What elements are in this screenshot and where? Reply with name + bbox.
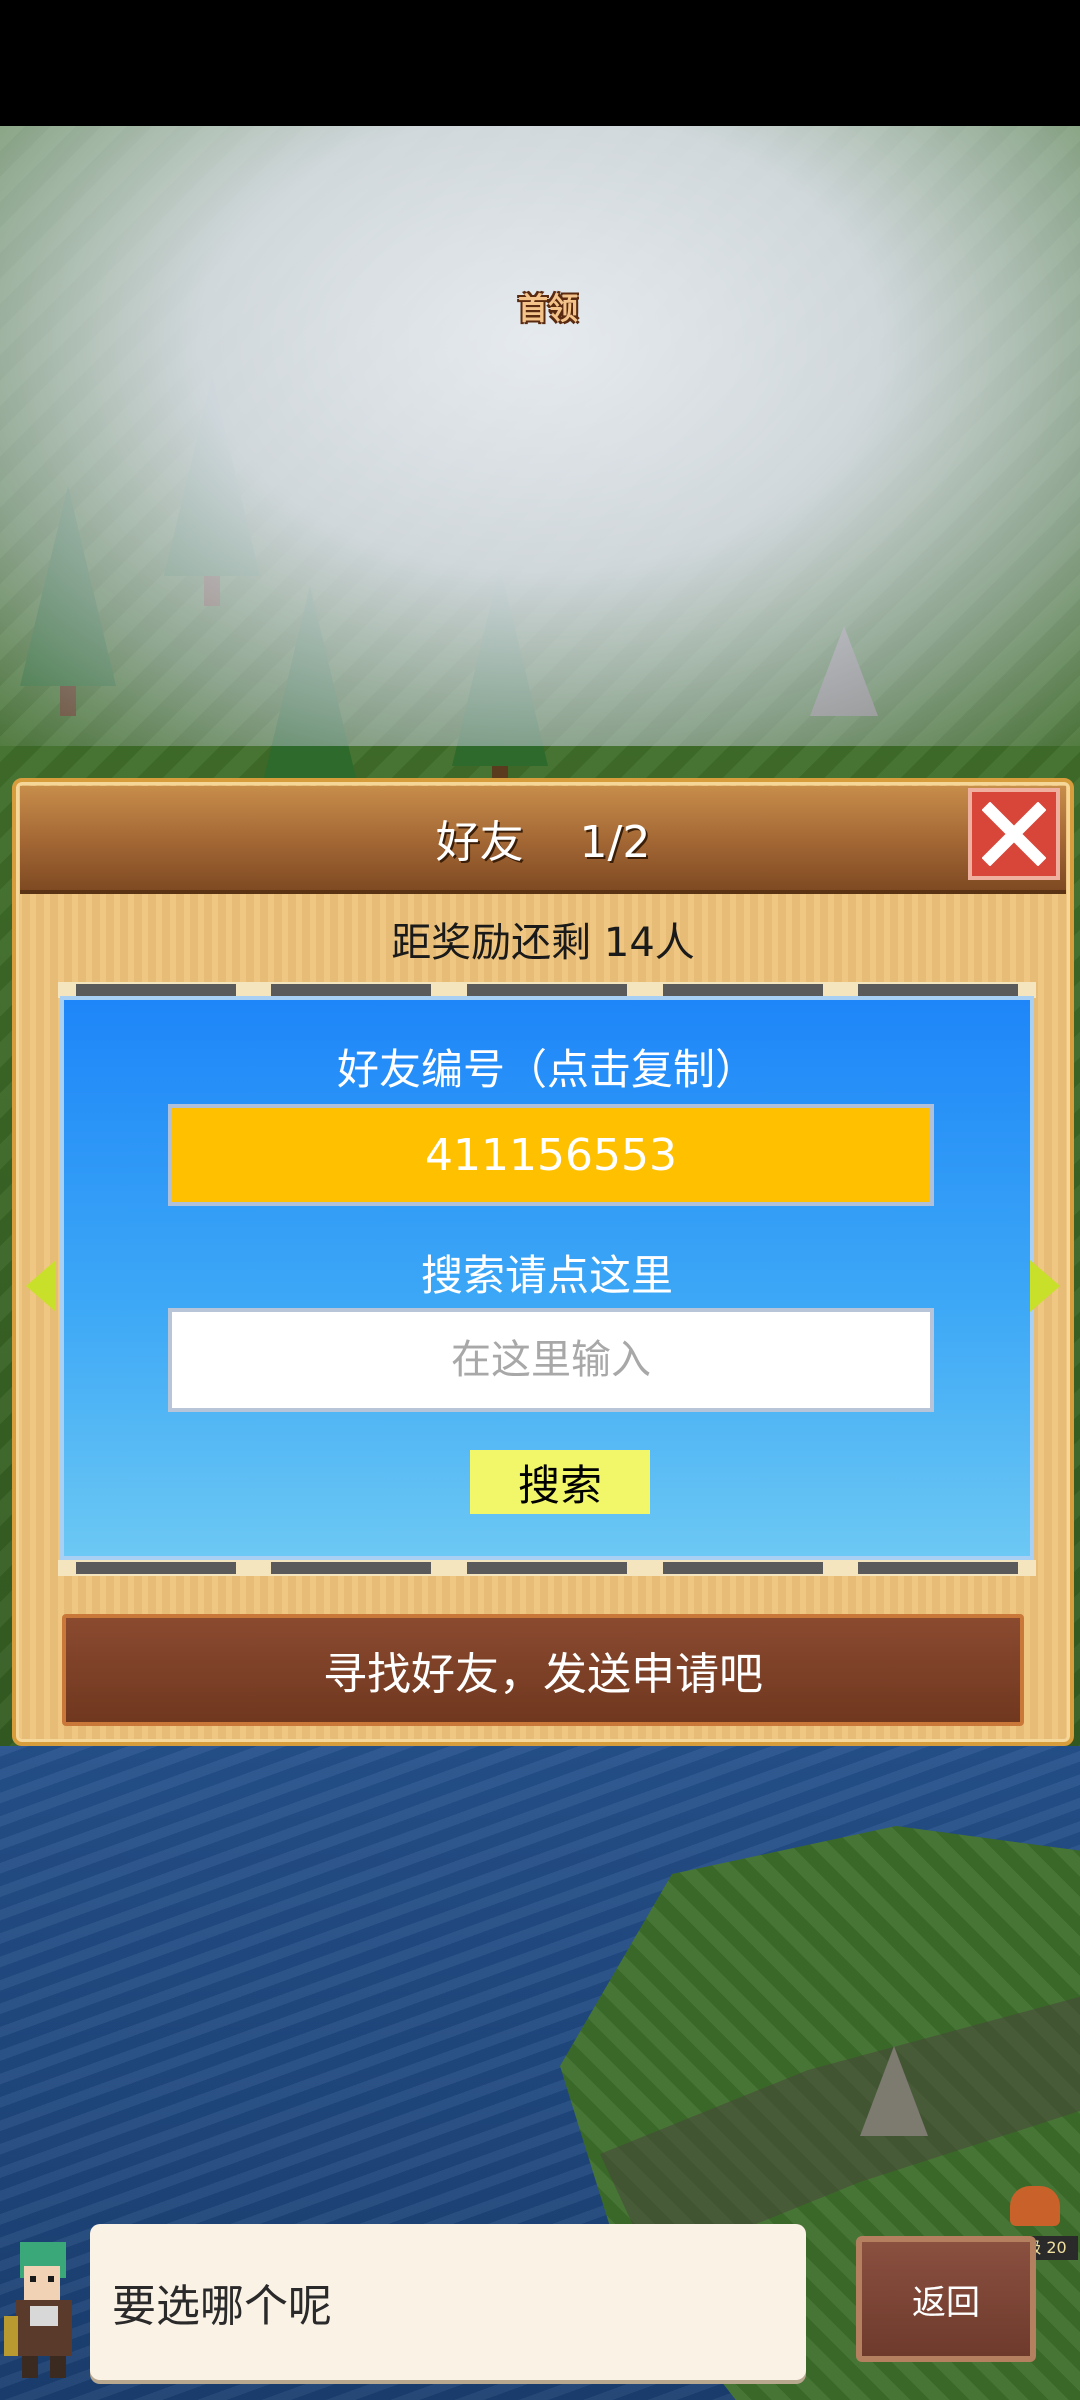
friend-search-panel: 好友编号（点击复制） 411156553 搜索请点这里 搜索 (60, 996, 1034, 1560)
dialog-header: 好友 1/2 (20, 786, 1066, 894)
friend-id-label: 好友编号（点击复制） (336, 1045, 757, 1094)
rock-icon (860, 2046, 928, 2136)
search-label: 搜索请点这里 (420, 1251, 673, 1300)
panel-bottom-strip (58, 1560, 1036, 1576)
character-avatar (0, 2232, 90, 2382)
character-portrait-icon (4, 2242, 72, 2378)
arrow-left-icon[interactable] (26, 1260, 56, 1312)
close-icon (982, 802, 1046, 866)
arrow-right-icon[interactable] (1030, 1260, 1060, 1312)
friend-search-input[interactable] (168, 1308, 934, 1412)
reward-remaining-text: 距奖励还剩 14人 (391, 920, 695, 966)
boss-label[interactable]: 首领 (518, 284, 578, 328)
fog-overlay (0, 126, 1080, 746)
friend-dialog: 好友 1/2 距奖励还剩 14人 好友编号（点击复制） 411156553 搜索… (12, 778, 1074, 1746)
close-button[interactable] (968, 788, 1060, 880)
back-button[interactable]: 返回 (856, 2236, 1036, 2362)
dialog-title: 好友 1/2 (435, 817, 651, 868)
speech-bubble: 要选哪个呢 (90, 2224, 806, 2380)
status-bar (0, 0, 1080, 126)
friend-id-copy-box[interactable]: 411156553 (168, 1104, 934, 1206)
search-button[interactable]: 搜索 (470, 1450, 650, 1514)
treasure-icon[interactable] (1010, 2186, 1060, 2226)
find-friends-button[interactable]: 寻找好友，发送申请吧 (62, 1614, 1024, 1726)
